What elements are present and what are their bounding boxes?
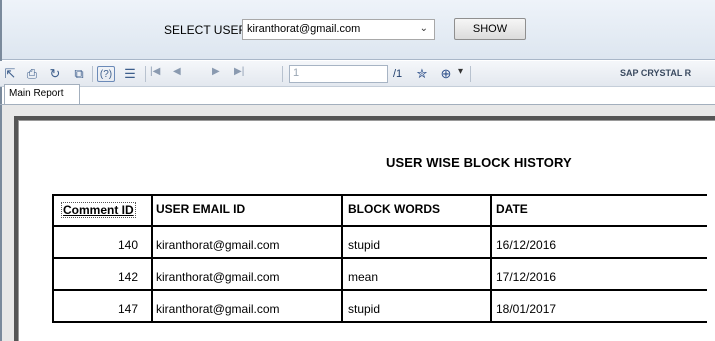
- show-button[interactable]: SHOW: [454, 18, 526, 40]
- zoom-dropdown-chevron-icon[interactable]: ▾: [458, 66, 463, 77]
- toolbar-separator: [470, 66, 471, 82]
- table-cell-date: 16/12/2016: [496, 238, 557, 252]
- table-rule: [341, 194, 343, 323]
- column-header-date: DATE: [496, 202, 528, 216]
- first-page-icon[interactable]: |◀: [150, 66, 160, 77]
- toolbar-separator: [92, 66, 93, 82]
- refresh-icon[interactable]: ↻: [47, 66, 63, 82]
- table-cell-block-word: stupid: [348, 238, 381, 252]
- crystal-report-viewer: SELECT USER: kiranthorat@gmail.com ⌄ SHO…: [0, 0, 715, 341]
- toolbar-separator: [282, 66, 283, 82]
- table-cell-block-word: mean: [348, 270, 379, 284]
- table-rule: [52, 194, 54, 323]
- find-icon[interactable]: ✮: [414, 66, 430, 82]
- table-cell-email: kiranthorat@gmail.com: [156, 270, 280, 284]
- group-tree-icon[interactable]: ☰: [122, 66, 138, 82]
- last-page-icon[interactable]: ▶|: [234, 66, 244, 77]
- copy-icon[interactable]: ⧉: [71, 66, 87, 82]
- column-header-comment-id: Comment ID: [61, 202, 136, 218]
- prev-page-icon[interactable]: ◀: [173, 66, 181, 77]
- table-cell-block-word: stupid: [348, 302, 381, 316]
- zoom-icon[interactable]: ⊕: [438, 66, 454, 82]
- brand-label: SAP CRYSTAL R: [620, 68, 692, 78]
- column-header-block-words: BLOCK WORDS: [348, 202, 440, 216]
- table-rule: [490, 194, 492, 323]
- table-cell-email: kiranthorat@gmail.com: [156, 238, 280, 252]
- report-title: USER WISE BLOCK HISTORY: [386, 155, 572, 170]
- chevron-down-icon[interactable]: ⌄: [420, 23, 428, 34]
- toolbar-separator: [145, 66, 146, 82]
- page-total: /1: [393, 68, 403, 80]
- table-cell-comment-id: 140: [118, 238, 139, 252]
- select-user-dropdown[interactable]: kiranthorat@gmail.com ⌄: [242, 19, 435, 40]
- export-icon[interactable]: ⇱: [2, 66, 18, 82]
- help-icon[interactable]: (?): [97, 66, 115, 82]
- tab-main-report[interactable]: Main Report: [4, 84, 80, 104]
- column-header-email: USER EMAIL ID: [156, 202, 246, 216]
- next-page-icon[interactable]: ▶: [212, 66, 220, 77]
- report-table: Comment ID USER EMAIL ID BLOCK WORDS DAT…: [52, 194, 707, 324]
- select-user-value: kiranthorat@gmail.com: [247, 23, 361, 35]
- table-cell-email: kiranthorat@gmail.com: [156, 302, 280, 316]
- user-select-bar: SELECT USER: kiranthorat@gmail.com ⌄ SHO…: [0, 0, 715, 341]
- print-icon[interactable]: ⎙: [24, 66, 40, 82]
- table-cell-date: 17/12/2016: [496, 270, 557, 284]
- table-cell-comment-id: 142: [118, 270, 139, 284]
- page-number-input[interactable]: 1: [289, 65, 388, 83]
- table-rule: [151, 194, 153, 323]
- table-cell-comment-id: 147: [118, 302, 139, 316]
- table-cell-date: 18/01/2017: [496, 302, 557, 316]
- select-user-label: SELECT USER:: [164, 23, 251, 37]
- report-toolbar: ⇱ ⎙ ↻ ⧉ (?) ☰ |◀ ◀ ▶ ▶| 1 /1 ✮ ⊕ ▾ SAP C…: [0, 61, 715, 87]
